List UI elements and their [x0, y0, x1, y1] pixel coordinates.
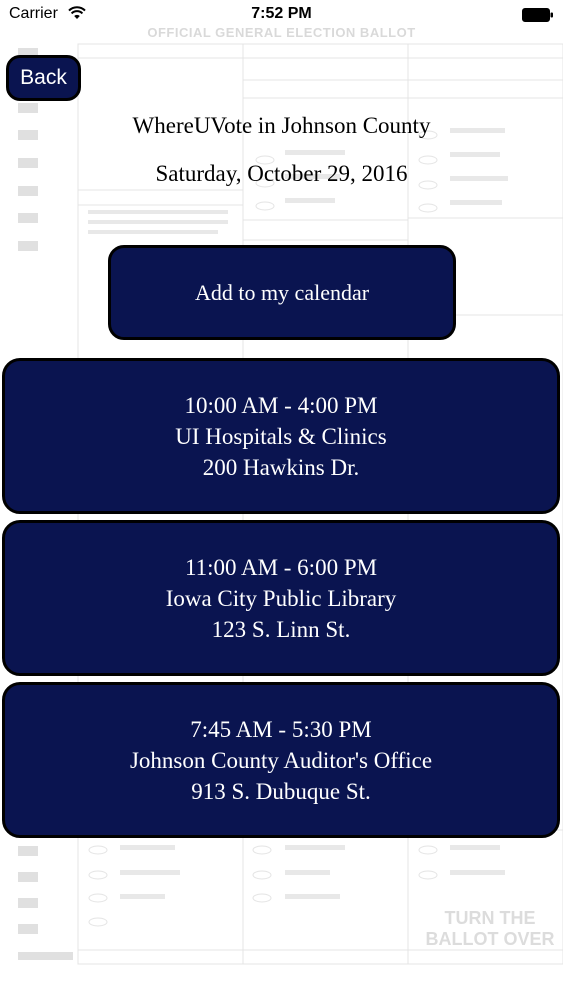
location-card[interactable]: 11:00 AM - 6:00 PM Iowa City Public Libr…: [2, 520, 560, 676]
location-card[interactable]: 10:00 AM - 4:00 PM UI Hospitals & Clinic…: [2, 358, 560, 514]
location-address: 200 Hawkins Dr.: [202, 454, 360, 480]
page-date: Saturday, October 29, 2016: [155, 161, 408, 186]
back-button[interactable]: Back: [6, 55, 81, 101]
location-name: Iowa City Public Library: [165, 585, 397, 611]
battery-icon: [522, 8, 554, 27]
location-name: Johnson County Auditor's Office: [129, 747, 433, 773]
page-title: WhereUVote in Johnson County: [132, 113, 431, 138]
status-bar: Carrier 7:52 PM: [0, 0, 563, 30]
add-to-calendar-button[interactable]: Add to my calendar: [108, 245, 456, 340]
location-address: 913 S. Dubuque St.: [191, 778, 371, 804]
location-hours: 10:00 AM - 4:00 PM: [184, 392, 378, 418]
location-name: UI Hospitals & Clinics: [175, 423, 387, 449]
location-card[interactable]: 7:45 AM - 5:30 PM Johnson County Auditor…: [2, 682, 560, 838]
ballot-footer-text: TURN THE BALLOT OVER: [425, 908, 555, 949]
status-time: 7:52 PM: [251, 5, 312, 22]
location-hours: 11:00 AM - 6:00 PM: [184, 554, 378, 580]
location-hours: 7:45 AM - 5:30 PM: [190, 716, 372, 742]
location-address: 123 S. Linn St.: [211, 616, 351, 642]
